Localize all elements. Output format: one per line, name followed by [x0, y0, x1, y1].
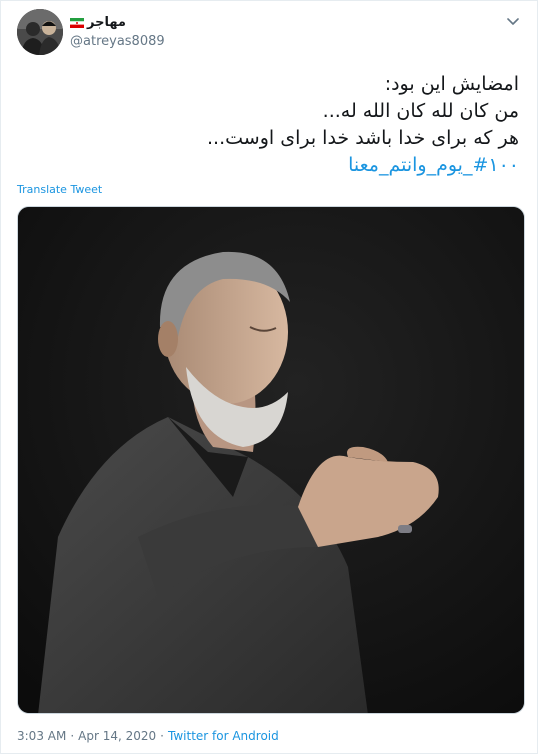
separator-dot: ·	[160, 729, 164, 743]
display-name-row[interactable]: مهاجر	[70, 15, 126, 30]
tweet-card: مهاجر @atreyas8089 امضایش این بود: من کا…	[0, 0, 538, 754]
chevron-down-icon[interactable]	[505, 13, 521, 29]
tweet-line: امضایش این بود:	[384, 73, 519, 95]
tweet-text: امضایش این بود: من کان لله کان الله له..…	[39, 71, 519, 179]
tweet-line: من کان لله کان الله له...	[322, 100, 519, 122]
tweet-line: هر که برای خدا باشد خدا برای اوست...	[207, 127, 519, 149]
tweet-photo[interactable]	[17, 206, 525, 714]
display-name[interactable]: مهاجر	[87, 15, 126, 30]
translate-tweet-link[interactable]: Translate Tweet	[17, 183, 102, 196]
tweet-source-link[interactable]: Twitter for Android	[168, 729, 279, 743]
iran-flag-icon	[70, 17, 84, 28]
tweet-date[interactable]: Apr 14, 2020	[78, 729, 156, 743]
separator-dot: ·	[70, 729, 75, 743]
hashtag-link[interactable]: #۱۰۰_یوم_وانتم_معنا	[348, 154, 519, 176]
avatar[interactable]	[17, 9, 63, 55]
user-avatar-icon	[17, 9, 63, 55]
photo-praying-man	[18, 207, 524, 713]
tweet-time[interactable]: 3:03 AM	[17, 729, 66, 743]
tweet-meta: 3:03 AM · Apr 14, 2020 · Twitter for And…	[17, 729, 279, 743]
user-handle[interactable]: @atreyas8089	[70, 34, 165, 49]
